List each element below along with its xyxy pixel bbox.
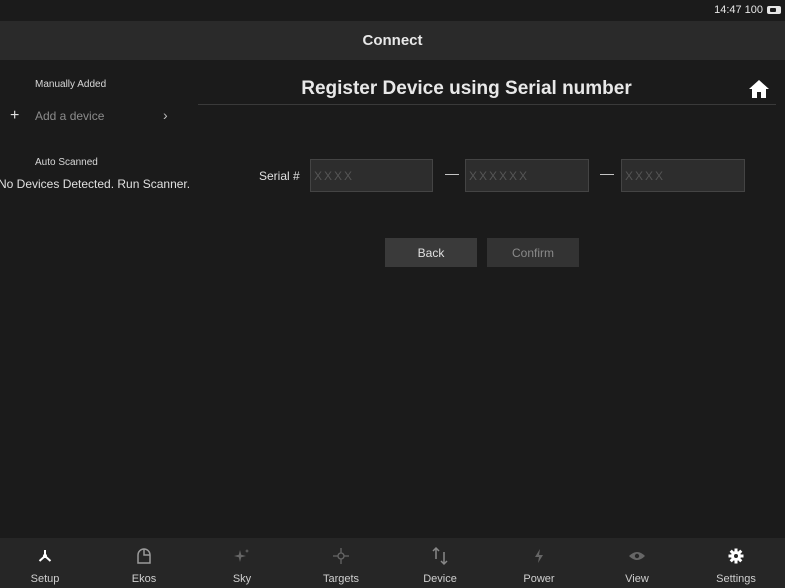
register-title: Register Device using Serial number <box>301 78 632 99</box>
tab-label: Ekos <box>131 573 157 585</box>
settings-icon <box>727 547 745 565</box>
serial-field-2[interactable] <box>465 159 589 192</box>
chevron-right-icon: › <box>163 107 168 123</box>
tab-label: Device <box>423 573 457 585</box>
confirm-button[interactable]: Confirm <box>487 238 579 267</box>
serial-field-3[interactable] <box>621 159 745 192</box>
tab-view[interactable]: View <box>588 538 686 588</box>
serial-field-1[interactable] <box>310 159 433 192</box>
serial-label: Serial # <box>259 169 300 183</box>
title-divider <box>198 104 776 105</box>
auto-scanned-label: Auto Scanned <box>35 157 98 168</box>
app-bar: Connect <box>0 21 785 60</box>
home-button[interactable] <box>748 78 770 100</box>
home-icon <box>749 80 769 98</box>
plus-icon: + <box>10 107 20 124</box>
status-battery-level: 100 <box>744 4 763 16</box>
tab-device[interactable]: Device <box>391 538 489 588</box>
tab-label: Sky <box>232 573 252 585</box>
tab-settings[interactable]: Settings <box>687 538 785 588</box>
tab-label: View <box>625 573 649 585</box>
sky-icon <box>233 547 251 565</box>
setup-icon <box>36 547 54 565</box>
sidebar: Manually Added + Add a device › Auto Sca… <box>0 60 198 538</box>
tab-label: Targets <box>322 573 360 585</box>
confirm-button-label: Confirm <box>511 245 554 260</box>
status-right: 14:47 100 <box>714 4 781 16</box>
view-icon <box>628 547 646 565</box>
no-devices-message: No Devices Detected. Run Scanner. <box>0 177 191 191</box>
tab-ekos[interactable]: Ekos <box>95 538 193 588</box>
add-device-label: Add a device <box>35 109 105 123</box>
back-button-label: Back <box>417 245 445 260</box>
page-title: Connect <box>362 32 423 49</box>
add-device-button[interactable]: + Add a device › <box>0 106 198 128</box>
bottom-nav: Setup Ekos Sky Targets Device Power View… <box>0 538 785 588</box>
manually-added-label: Manually Added <box>35 79 107 90</box>
battery-icon <box>767 6 781 14</box>
status-time: 14:47 <box>714 4 742 16</box>
serial-separator-2: — <box>600 165 614 181</box>
tab-power[interactable]: Power <box>490 538 588 588</box>
tab-sky[interactable]: Sky <box>193 538 291 588</box>
tab-targets[interactable]: Targets <box>292 538 390 588</box>
status-bar: 14:47 100 <box>0 0 785 21</box>
tab-setup[interactable]: Setup <box>0 538 94 588</box>
targets-icon <box>332 547 350 565</box>
ekos-icon <box>135 547 153 565</box>
tab-label: Settings <box>716 573 756 585</box>
device-icon <box>431 546 449 566</box>
power-icon <box>530 547 548 565</box>
serial-separator-1: — <box>445 165 459 181</box>
tab-label: Power <box>523 573 555 585</box>
tab-label: Setup <box>30 573 60 585</box>
back-button[interactable]: Back <box>385 238 477 267</box>
